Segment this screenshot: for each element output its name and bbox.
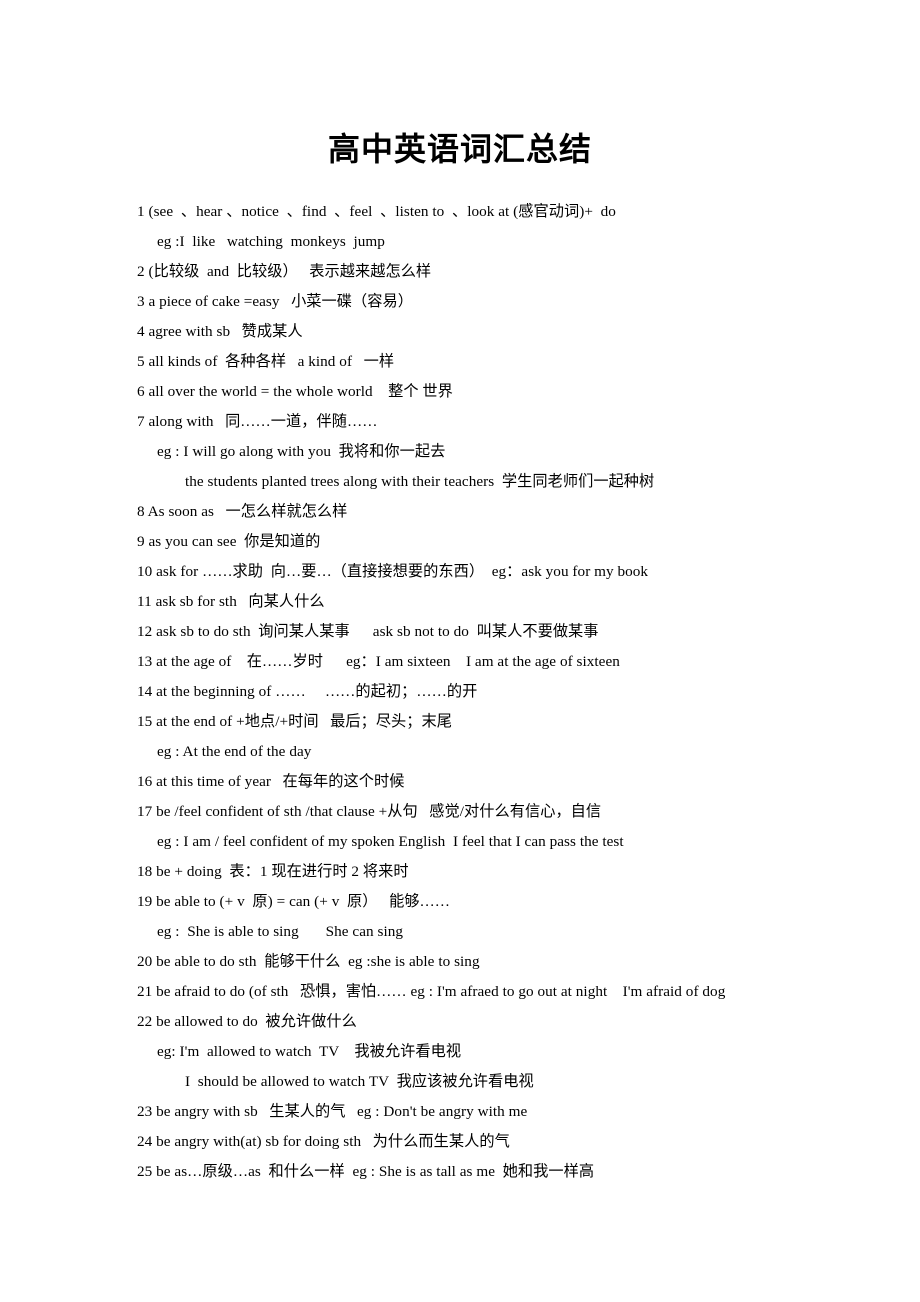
vocabulary-line: the students planted trees along with th… <box>185 473 655 490</box>
vocabulary-line: 14 at the beginning of …… ……的起初；……的开 <box>137 683 478 700</box>
vocabulary-line: 12 ask sb to do sth 询问某人某事 ask sb not to… <box>137 623 599 640</box>
vocabulary-line: I should be allowed to watch TV 我应该被允许看电… <box>185 1073 534 1090</box>
vocabulary-line: 10 ask for ……求助 向…要…（直接接想要的东西） eg：ask yo… <box>137 563 649 580</box>
vocabulary-line: 11 ask sb for sth 向某人什么 <box>137 593 325 610</box>
vocabulary-line: 4 agree with sb 赞成某人 <box>137 323 303 340</box>
vocabulary-line: 8 As soon as 一怎么样就怎么样 <box>137 503 348 520</box>
vocabulary-list: 1 (see 、hear 、notice 、find 、feel 、listen… <box>137 197 837 1187</box>
vocabulary-line: 5 all kinds of 各种各样 a kind of 一样 <box>137 353 395 370</box>
document-page: 高中英语词汇总结 1 (see 、hear 、notice 、find 、fee… <box>0 0 920 1302</box>
vocabulary-line: 23 be angry with sb 生某人的气 eg : Don't be … <box>137 1103 528 1120</box>
vocabulary-line: 16 at this time of year 在每年的这个时候 <box>137 773 405 790</box>
vocabulary-line: 20 be able to do sth 能够干什么 eg :she is ab… <box>137 953 480 970</box>
vocabulary-line: 25 be as…原级…as 和什么一样 eg : She is as tall… <box>137 1163 595 1180</box>
vocabulary-line: 24 be angry with(at) sb for doing sth 为什… <box>137 1133 510 1150</box>
vocabulary-line: 6 all over the world = the whole world 整… <box>137 383 453 400</box>
vocabulary-line: eg : At the end of the day <box>157 743 312 760</box>
vocabulary-line: 19 be able to (+ v 原) = can (+ v 原） 能够…… <box>137 893 451 910</box>
vocabulary-line: 13 at the age of 在……岁时 eg：I am sixteen I… <box>137 653 620 670</box>
vocabulary-line: 17 be /feel confident of sth /that claus… <box>137 803 602 820</box>
vocabulary-line: 1 (see 、hear 、notice 、find 、feel 、listen… <box>137 203 616 220</box>
vocabulary-line: 9 as you can see 你是知道的 <box>137 533 321 550</box>
vocabulary-line: 22 be allowed to do 被允许做什么 <box>137 1013 357 1030</box>
vocabulary-line: eg : She is able to sing She can sing <box>157 923 404 940</box>
vocabulary-line: 7 along with 同……一道，伴随…… <box>137 413 378 430</box>
vocabulary-line: eg: I'm allowed to watch TV 我被允许看电视 <box>157 1043 462 1060</box>
vocabulary-line: 18 be + doing 表：1 现在进行时 2 将来时 <box>137 863 409 880</box>
vocabulary-line: 3 a piece of cake =easy 小菜一碟（容易） <box>137 293 413 310</box>
page-title: 高中英语词汇总结 <box>327 130 592 169</box>
vocabulary-line: eg :I like watching monkeys jump <box>157 233 385 250</box>
vocabulary-line: 2 (比较级 and 比较级） 表示越来越怎么样 <box>137 263 432 280</box>
vocabulary-line: 15 at the end of +地点/+时间 最后；尽头；末尾 <box>137 713 453 730</box>
vocabulary-line: 21 be afraid to do (of sth 恐惧，害怕…… eg : … <box>137 983 726 1000</box>
vocabulary-line: eg : I am / feel confident of my spoken … <box>157 833 624 850</box>
vocabulary-line: eg : I will go along with you 我将和你一起去 <box>157 443 446 460</box>
